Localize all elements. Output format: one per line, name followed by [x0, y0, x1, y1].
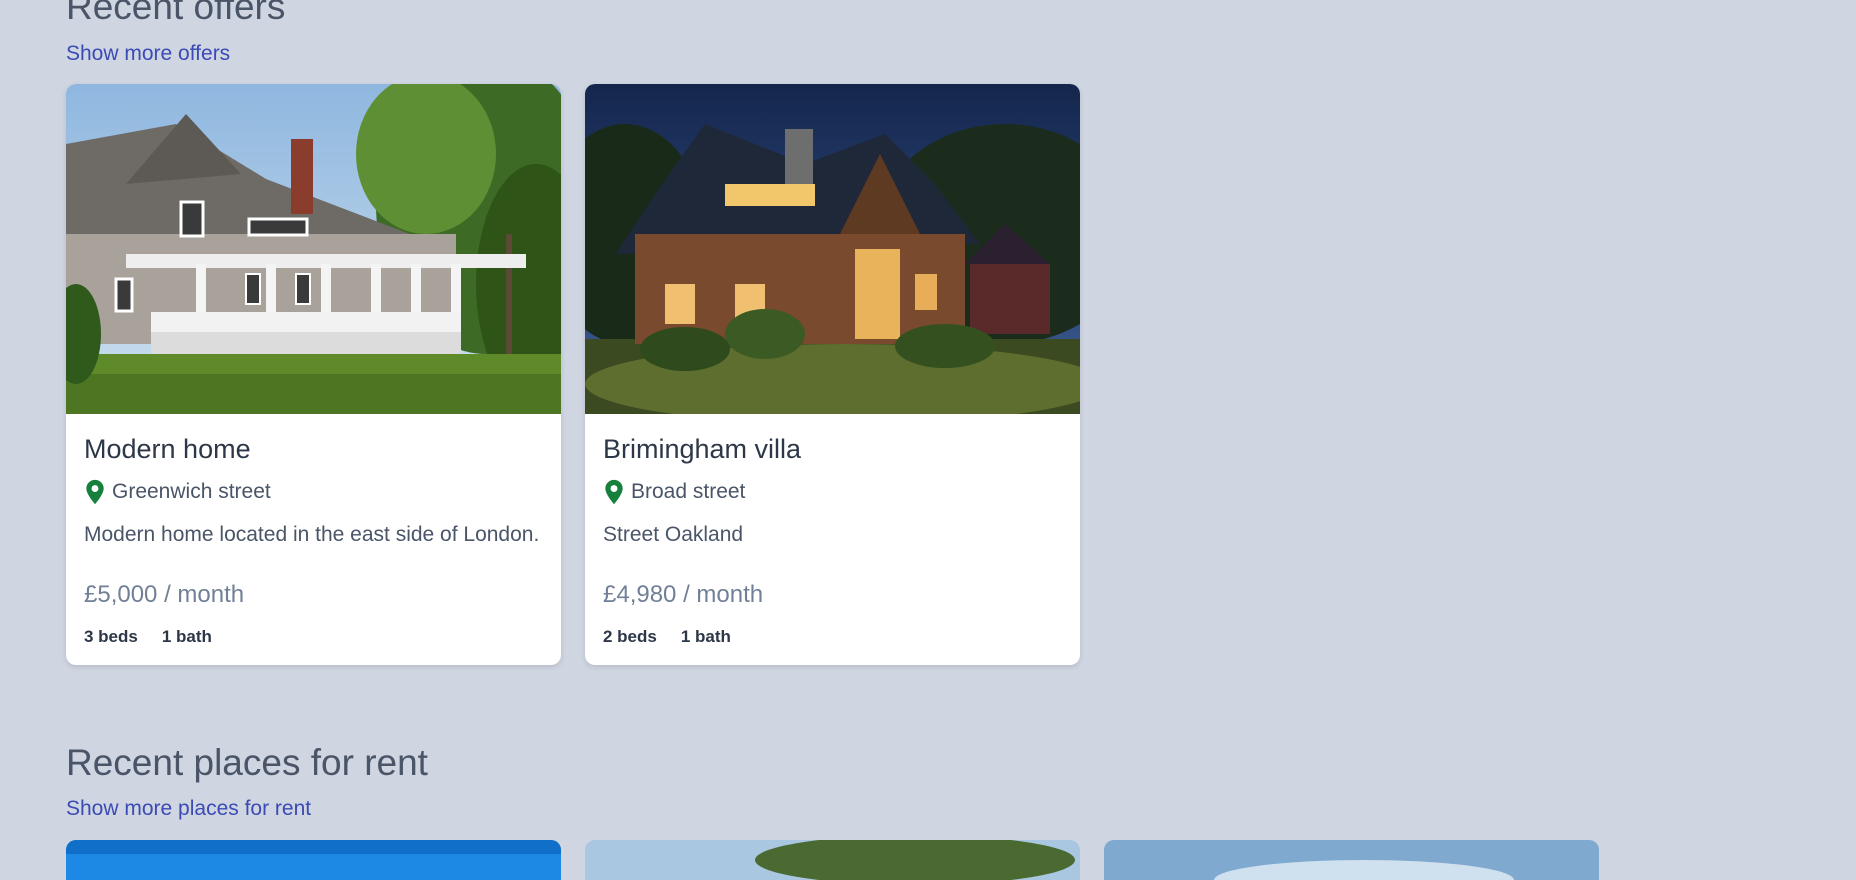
property-image[interactable]	[585, 84, 1080, 414]
baths-count: 1 bath	[161, 627, 212, 646]
recent-offers-header: Recent offers Show more offers	[66, 0, 285, 66]
rent-card-list	[66, 840, 1599, 880]
property-image[interactable]	[1104, 840, 1599, 880]
show-more-rent-link[interactable]: Show more places for rent	[66, 797, 428, 821]
beds-count: 3 beds	[84, 627, 138, 646]
card-price: £4,980 / month	[603, 581, 764, 608]
property-image[interactable]	[66, 84, 561, 414]
property-image[interactable]	[585, 840, 1080, 880]
offer-card[interactable]: Brimingham villa Broad street Street Oak…	[585, 84, 1080, 665]
card-meta: 3 beds 1 bath	[84, 627, 543, 647]
map-pin-icon	[86, 479, 104, 505]
rent-card[interactable]	[66, 840, 561, 880]
card-meta: 2 beds 1 bath	[603, 627, 1062, 647]
baths-count: 1 bath	[680, 627, 731, 646]
property-image[interactable]	[66, 840, 561, 880]
location-text: Broad street	[631, 480, 746, 503]
map-pin-icon	[605, 479, 623, 505]
offers-card-list: Modern home Greenwich street Modern home…	[66, 84, 1080, 665]
rent-card[interactable]	[585, 840, 1080, 880]
recent-rent-title: Recent places for rent	[66, 742, 428, 783]
rent-card[interactable]	[1104, 840, 1599, 880]
card-location: Broad street	[603, 479, 1062, 505]
card-title[interactable]: Modern home	[84, 434, 543, 465]
card-body: Brimingham villa Broad street Street Oak…	[585, 414, 1080, 665]
recent-offers-title: Recent offers	[66, 0, 286, 27]
card-description: Street Oakland	[603, 523, 744, 546]
card-description: Modern home located in the east side of …	[84, 523, 540, 546]
card-title[interactable]: Brimingham villa	[603, 434, 1062, 465]
card-location: Greenwich street	[84, 479, 543, 505]
offer-card[interactable]: Modern home Greenwich street Modern home…	[66, 84, 561, 665]
recent-rent-header: Recent places for rent Show more places …	[66, 744, 428, 821]
card-price: £5,000 / month	[84, 581, 245, 608]
card-body: Modern home Greenwich street Modern home…	[66, 414, 561, 665]
show-more-offers-link[interactable]: Show more offers	[66, 42, 285, 66]
location-text: Greenwich street	[112, 480, 271, 503]
beds-count: 2 beds	[603, 627, 657, 646]
